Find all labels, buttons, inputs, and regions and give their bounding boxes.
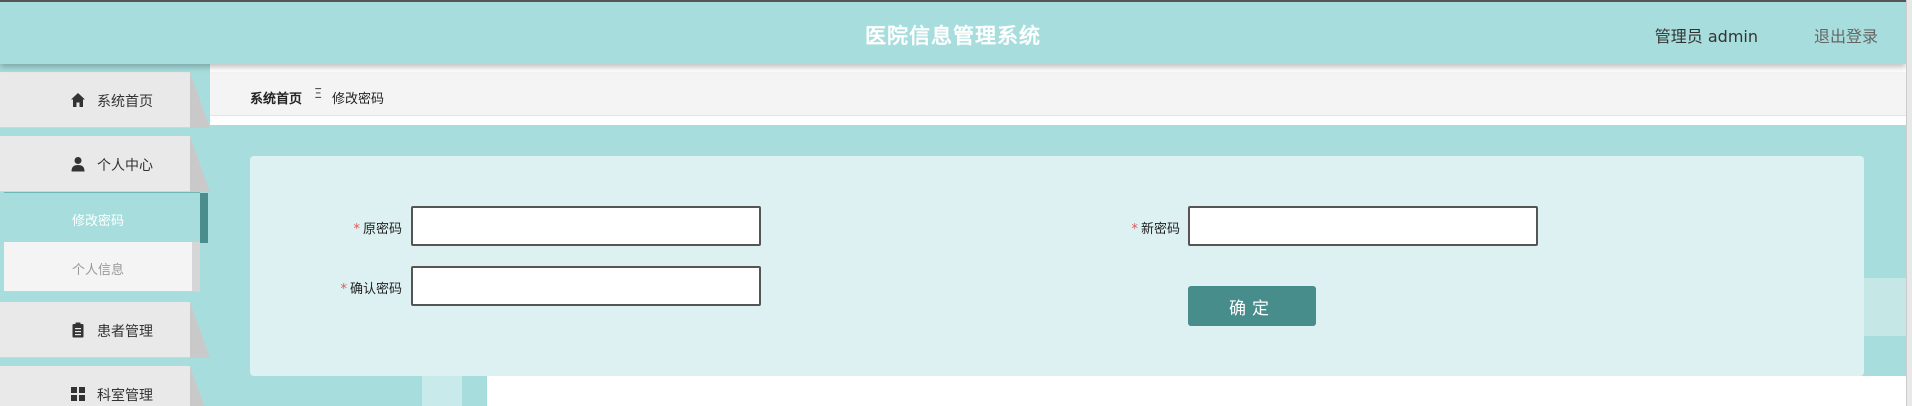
breadcrumb-current: 修改密码 — [332, 92, 385, 107]
sidebar-subitem-label: 修改密码 — [72, 214, 125, 229]
confirm-password-input[interactable] — [411, 266, 761, 306]
app-page: 医院信息管理系统 管理员 admin 退出登录 系统首页 个人中心 修改密码 个… — [0, 0, 1912, 406]
sidebar: 系统首页 个人中心 修改密码 个人信息 患者管理 科室管理 — [0, 64, 210, 406]
old-password-input[interactable] — [411, 206, 761, 246]
new-password-label: * 新密码 — [1131, 222, 1180, 237]
required-mark: * — [353, 222, 360, 237]
sidebar-item-label: 患者管理 — [97, 324, 153, 340]
breadcrumb: 系统首页 Ξ 修改密码 — [210, 72, 1906, 116]
home-icon — [70, 92, 86, 108]
vertical-scrollbar[interactable] — [1906, 0, 1912, 406]
clipboard-icon — [70, 322, 86, 338]
sidebar-item-label: 系统首页 — [97, 94, 153, 110]
decorative-block — [1860, 278, 1906, 336]
sidebar-subitem-label: 个人信息 — [72, 263, 125, 278]
sidebar-item-department-management[interactable]: 科室管理 — [0, 366, 210, 406]
sidebar-item-label: 个人中心 — [97, 158, 153, 174]
user-info: 管理员 admin — [1654, 27, 1758, 46]
old-password-label: * 原密码 — [353, 222, 402, 237]
required-mark: * — [340, 282, 347, 297]
top-header: 医院信息管理系统 管理员 admin 退出登录 — [0, 0, 1906, 64]
breadcrumb-home[interactable]: 系统首页 — [250, 88, 302, 107]
sidebar-item-home[interactable]: 系统首页 — [0, 72, 210, 128]
sidebar-subitem-change-password[interactable]: 修改密码 — [4, 192, 208, 243]
new-password-input[interactable] — [1188, 206, 1538, 246]
confirm-button[interactable]: 确定 — [1188, 286, 1316, 326]
user-icon — [70, 156, 86, 172]
breadcrumb-separator: Ξ — [314, 87, 323, 102]
content-footer-area — [487, 376, 1906, 406]
sidebar-subitem-personal-info[interactable]: 个人信息 — [4, 242, 200, 292]
sidebar-item-profile-center[interactable]: 个人中心 — [0, 136, 210, 192]
decorative-strip — [422, 376, 462, 406]
grid-icon — [70, 386, 86, 402]
sidebar-item-label: 科室管理 — [97, 388, 153, 404]
app-title: 医院信息管理系统 — [865, 24, 1041, 48]
confirm-password-label: * 确认密码 — [340, 282, 402, 297]
required-mark: * — [1131, 222, 1138, 237]
logout-link[interactable]: 退出登录 — [1814, 23, 1878, 47]
sidebar-item-patient-management[interactable]: 患者管理 — [0, 302, 210, 358]
